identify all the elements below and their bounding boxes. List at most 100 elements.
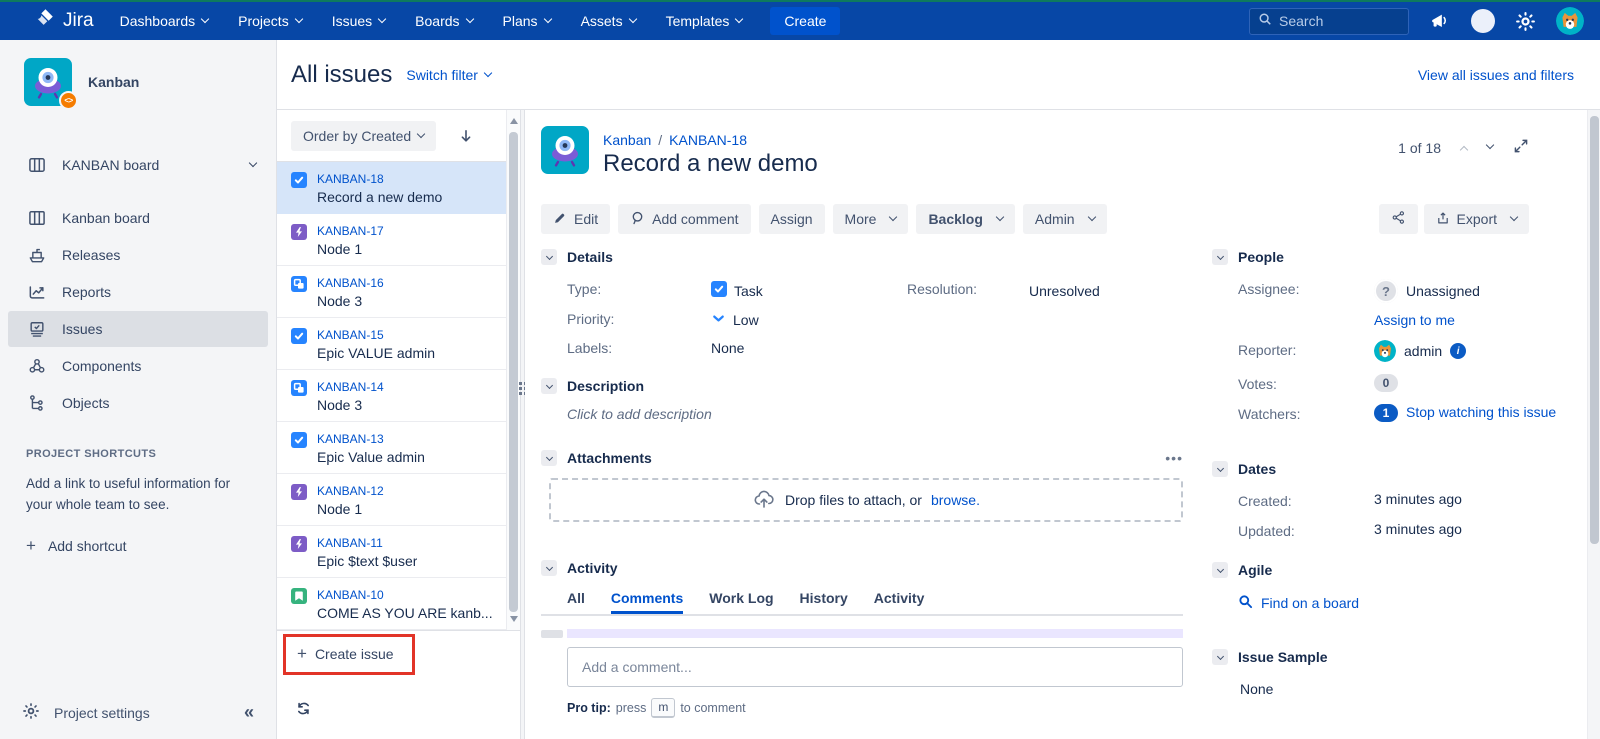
page-scrollbar-thumb[interactable] bbox=[1590, 116, 1599, 544]
nav-item-issues[interactable]: Issues bbox=[332, 13, 385, 29]
issue-key-link[interactable]: KANBAN-14 bbox=[317, 378, 384, 396]
issue-row-kanban-11[interactable]: KANBAN-11Epic $text $user bbox=[277, 526, 506, 578]
collapse-section-icon[interactable] bbox=[541, 378, 557, 394]
collapse-section-icon[interactable] bbox=[1212, 461, 1228, 477]
jira-logo[interactable]: Jira bbox=[34, 7, 94, 35]
add-shortcut-button[interactable]: + Add shortcut bbox=[26, 536, 252, 556]
section-title: Attachments bbox=[567, 450, 652, 466]
issue-row-kanban-12[interactable]: KANBAN-12Node 1 bbox=[277, 474, 506, 526]
announcements-megaphone-icon[interactable] bbox=[1429, 10, 1451, 32]
refresh-icon[interactable] bbox=[295, 700, 312, 722]
create-issue-button[interactable]: + Create issue bbox=[297, 644, 394, 664]
sort-direction-icon[interactable] bbox=[458, 128, 474, 144]
admin-button[interactable]: Admin bbox=[1023, 204, 1107, 234]
help-icon[interactable] bbox=[1471, 9, 1495, 33]
more-button[interactable]: More bbox=[833, 204, 909, 234]
nav-item-templates[interactable]: Templates bbox=[666, 13, 743, 29]
export-button[interactable]: Export bbox=[1424, 204, 1529, 234]
assign-button[interactable]: Assign bbox=[759, 204, 825, 234]
section-title: Details bbox=[567, 249, 613, 265]
issue-row-kanban-17[interactable]: KANBAN-17Node 1 bbox=[277, 214, 506, 266]
issue-key-link[interactable]: KANBAN-18 bbox=[317, 170, 442, 188]
collapse-section-icon[interactable] bbox=[541, 450, 557, 466]
issue-row-kanban-10[interactable]: KANBAN-10COME AS YOU ARE kanb... bbox=[277, 578, 506, 630]
collapse-section-icon[interactable] bbox=[1212, 249, 1228, 265]
collapse-section-icon[interactable] bbox=[541, 249, 557, 265]
scroll-up-icon[interactable] bbox=[510, 118, 518, 124]
watchers-badge[interactable]: 1 bbox=[1374, 404, 1398, 422]
expand-icon[interactable] bbox=[1513, 138, 1529, 157]
sidebar-item-components[interactable]: Components bbox=[8, 348, 268, 384]
nav-item-plans[interactable]: Plans bbox=[503, 13, 551, 29]
collapse-section-icon[interactable] bbox=[541, 560, 557, 576]
scroll-down-icon[interactable] bbox=[510, 616, 518, 622]
status-backlog-button[interactable]: Backlog bbox=[916, 204, 1014, 234]
info-icon[interactable] bbox=[1450, 343, 1466, 359]
collapse-sidebar-icon[interactable]: « bbox=[244, 702, 254, 723]
view-all-issues-link[interactable]: View all issues and filters bbox=[1418, 67, 1574, 83]
activity-tabs: All Comments Work Log History Activity bbox=[541, 590, 1183, 616]
tab-all[interactable]: All bbox=[567, 590, 585, 614]
collapse-section-icon[interactable] bbox=[1212, 562, 1228, 578]
tab-history[interactable]: History bbox=[800, 590, 848, 614]
project-avatar[interactable]: <> bbox=[24, 58, 72, 106]
next-issue-icon[interactable] bbox=[1486, 140, 1494, 148]
order-by-button[interactable]: Order by Created bbox=[291, 121, 436, 151]
nav-item-assets[interactable]: Assets bbox=[581, 13, 636, 29]
issue-key-link[interactable]: KANBAN-15 bbox=[317, 326, 435, 344]
tab-work-log[interactable]: Work Log bbox=[709, 590, 773, 614]
sidebar-item-issues[interactable]: Issues bbox=[8, 311, 268, 347]
comment-input[interactable]: Add a comment... bbox=[567, 647, 1183, 687]
user-avatar[interactable] bbox=[1556, 7, 1584, 35]
issue-row-kanban-13[interactable]: KANBAN-13Epic Value admin bbox=[277, 422, 506, 474]
issue-row-kanban-15[interactable]: KANBAN-15Epic VALUE admin bbox=[277, 318, 506, 370]
assign-to-me-link[interactable]: Assign to me bbox=[1374, 312, 1564, 328]
sidebar-item-kanban-board[interactable]: Kanban board bbox=[8, 200, 268, 236]
votes-badge[interactable]: 0 bbox=[1374, 374, 1398, 392]
collapse-section-icon[interactable] bbox=[1212, 649, 1228, 665]
sidebar-item-objects[interactable]: Objects bbox=[8, 385, 268, 421]
breadcrumb-issue-link[interactable]: KANBAN-18 bbox=[669, 132, 747, 148]
issue-key-link[interactable]: KANBAN-16 bbox=[317, 274, 384, 292]
list-scrollbar[interactable] bbox=[506, 110, 520, 630]
issue-key-link[interactable]: KANBAN-13 bbox=[317, 430, 425, 448]
tab-activity[interactable]: Activity bbox=[874, 590, 925, 614]
more-options-icon[interactable]: ••• bbox=[1165, 450, 1183, 466]
issue-sample-value: None bbox=[1240, 681, 1557, 697]
breadcrumb-project-link[interactable]: Kanban bbox=[603, 132, 651, 148]
previous-issue-icon[interactable] bbox=[1460, 145, 1468, 153]
attachment-dropzone[interactable]: Drop files to attach, or browse. bbox=[549, 478, 1183, 522]
list-scrollbar-thumb[interactable] bbox=[509, 132, 518, 612]
issue-key-link[interactable]: KANBAN-11 bbox=[317, 534, 417, 552]
share-button[interactable] bbox=[1379, 204, 1418, 234]
switch-filter-link[interactable]: Switch filter bbox=[406, 67, 491, 83]
section-title: Description bbox=[567, 378, 644, 394]
search-input[interactable]: Search bbox=[1249, 8, 1409, 35]
nav-item-projects[interactable]: Projects bbox=[238, 13, 302, 29]
nav-item-dashboards[interactable]: Dashboards bbox=[120, 13, 209, 29]
stop-watching-link[interactable]: Stop watching this issue bbox=[1406, 404, 1556, 420]
browse-link[interactable]: browse. bbox=[931, 492, 980, 508]
issue-row-kanban-14[interactable]: KANBAN-14Node 3 bbox=[277, 370, 506, 422]
sidebar-item-reports[interactable]: Reports bbox=[8, 274, 268, 310]
add-comment-button[interactable]: Add comment bbox=[618, 204, 750, 234]
find-on-board-link[interactable]: Find on a board bbox=[1238, 594, 1557, 612]
board-switcher[interactable]: KANBAN board bbox=[0, 144, 276, 186]
sidebar-item-releases[interactable]: Releases bbox=[8, 237, 268, 273]
nav-item-boards[interactable]: Boards bbox=[415, 13, 472, 29]
page-scrollbar[interactable] bbox=[1587, 110, 1600, 739]
issue-key-link[interactable]: KANBAN-10 bbox=[317, 586, 493, 604]
issue-row-kanban-16[interactable]: KANBAN-16Node 3 bbox=[277, 266, 506, 318]
settings-gear-icon[interactable] bbox=[1515, 11, 1536, 32]
issue-key-link[interactable]: KANBAN-12 bbox=[317, 482, 384, 500]
sidebar-menu: Kanban boardReleasesReportsIssuesCompone… bbox=[0, 200, 276, 421]
issue-detail-panel: Kanban / KANBAN-18 Record a new demo 1 o… bbox=[525, 110, 1587, 739]
create-button[interactable]: Create bbox=[770, 7, 840, 35]
issue-key-link[interactable]: KANBAN-17 bbox=[317, 222, 384, 240]
description-placeholder[interactable]: Click to add description bbox=[567, 406, 1191, 422]
tab-comments[interactable]: Comments bbox=[611, 590, 683, 614]
agile-section: Agile Find on a board bbox=[1212, 562, 1557, 612]
project-settings-button[interactable]: Project settings bbox=[54, 705, 150, 721]
edit-button[interactable]: Edit bbox=[541, 204, 610, 234]
issue-row-kanban-18[interactable]: KANBAN-18Record a new demo bbox=[277, 162, 506, 214]
